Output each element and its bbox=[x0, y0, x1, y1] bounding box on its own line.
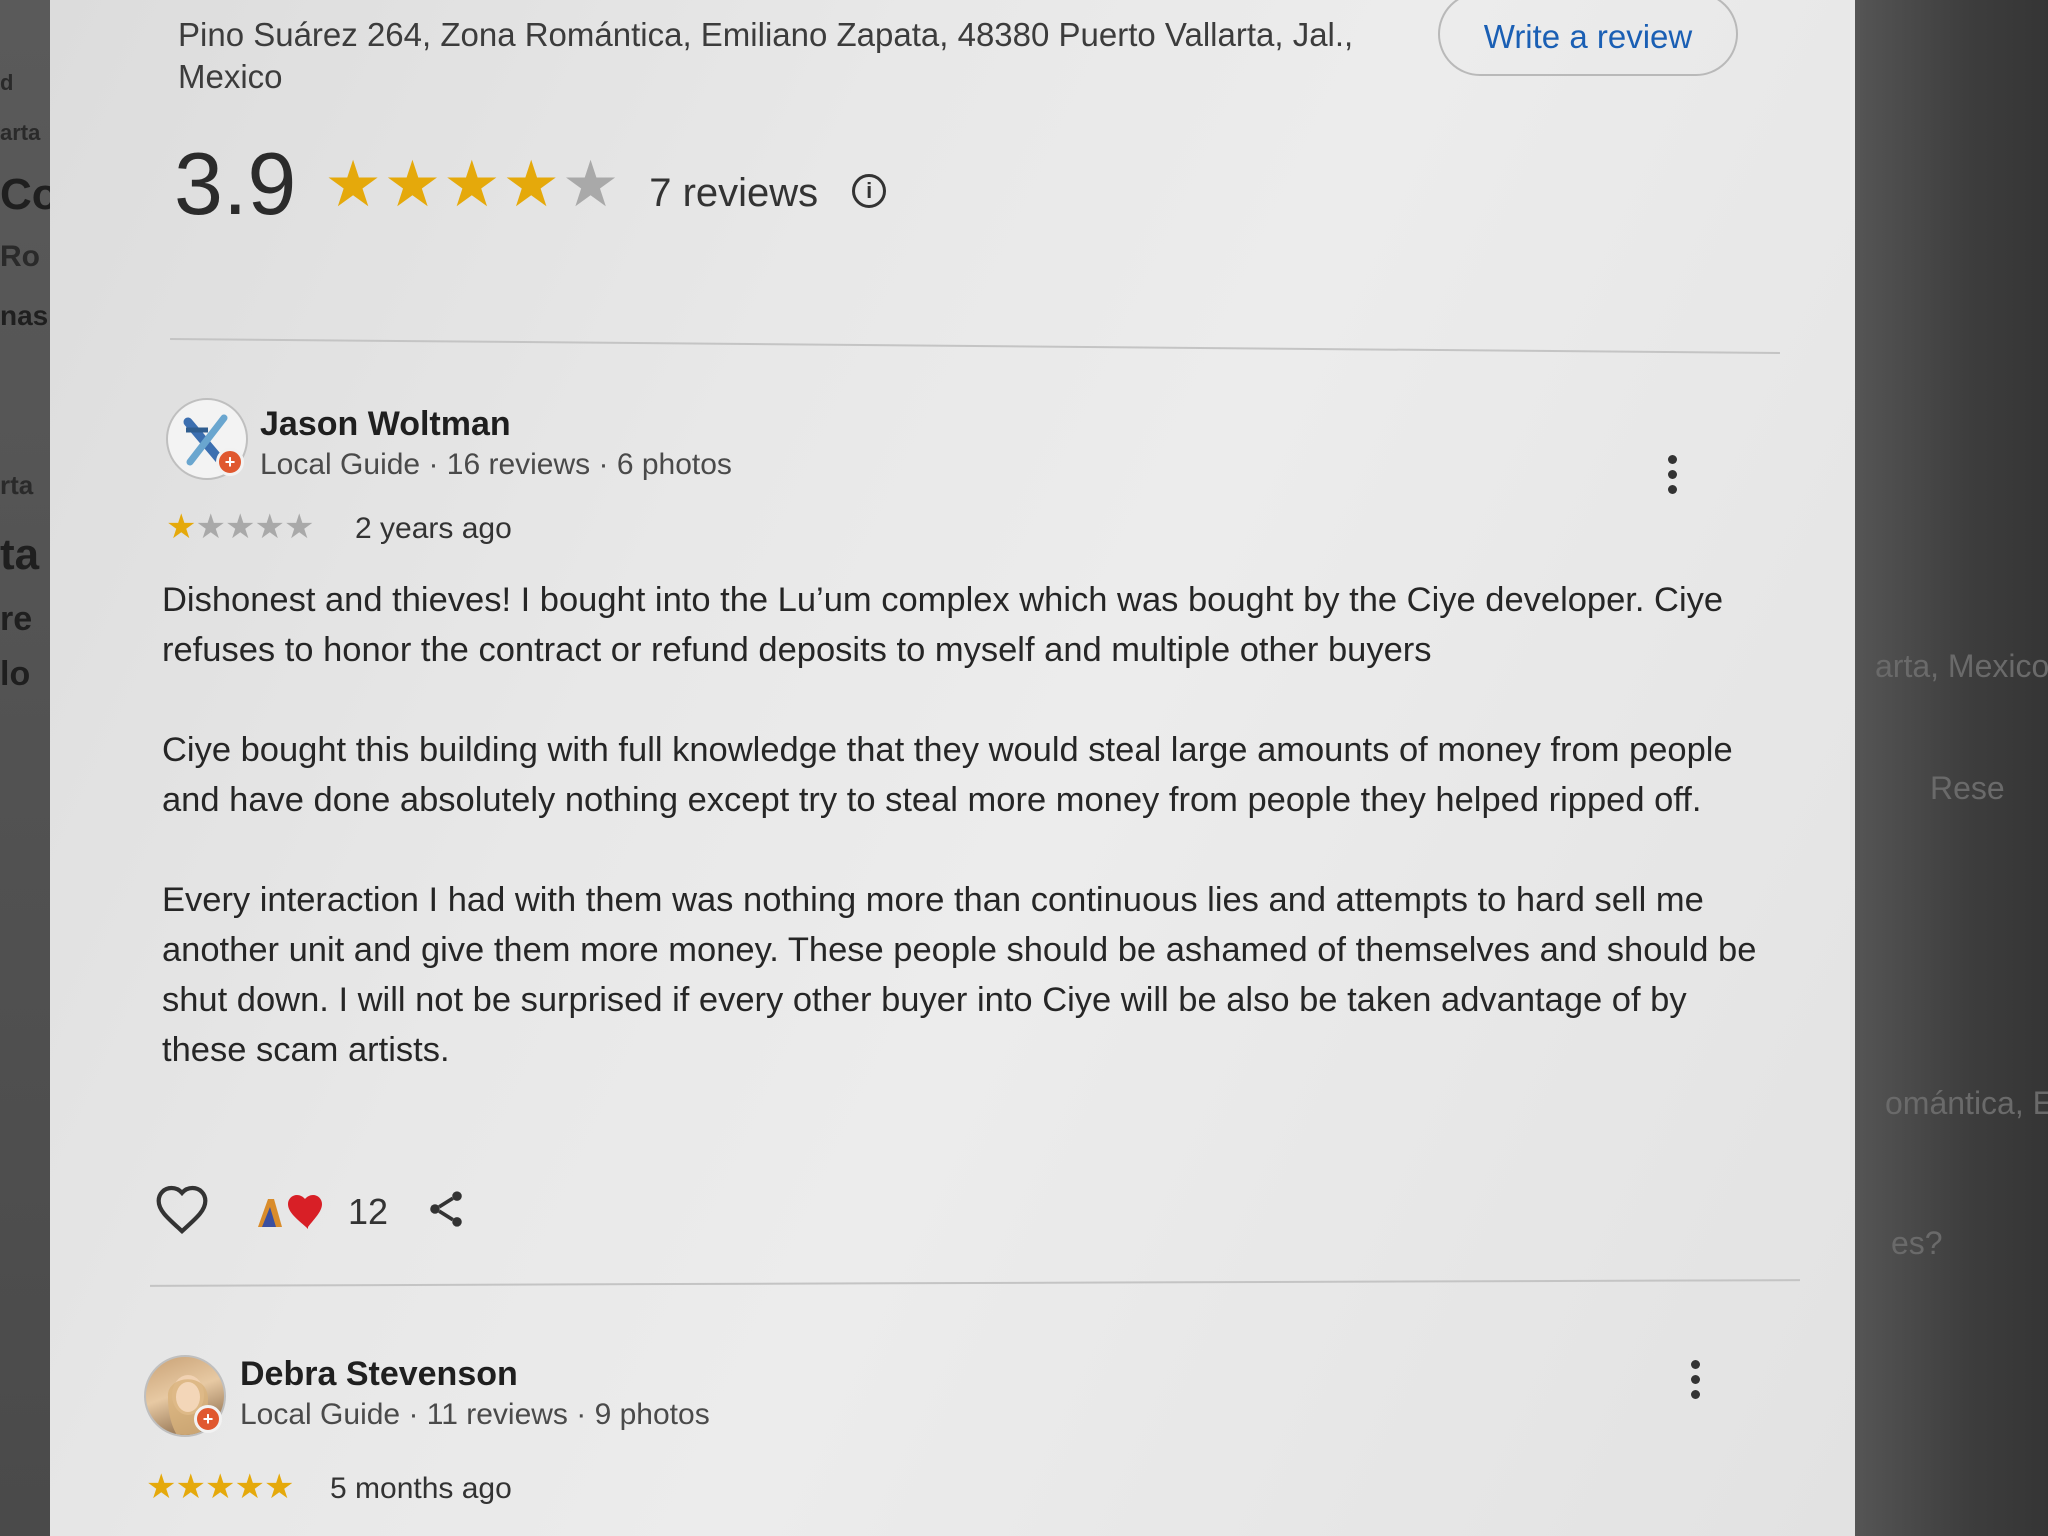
star-icon: ★ bbox=[263, 1468, 295, 1506]
review-paragraph: Dishonest and thieves! I bought into the… bbox=[162, 581, 1724, 669]
reaction-count: 12 bbox=[348, 1190, 389, 1232]
divider bbox=[170, 337, 1780, 355]
bg-fragment: rta bbox=[0, 470, 34, 500]
star-empty-icon: ★ bbox=[224, 508, 256, 546]
reviewer-name[interactable]: Jason Woltman bbox=[260, 405, 511, 444]
review-stars: ★★★★★ bbox=[146, 1468, 295, 1506]
heart-outline-icon[interactable] bbox=[154, 1183, 210, 1240]
star-icon: ★ bbox=[502, 148, 562, 220]
reviewer-name[interactable]: Debra Stevenson bbox=[240, 1355, 518, 1394]
reviews-panel: Pino Suárez 264, Zona Romántica, Emilian… bbox=[50, 0, 1855, 1536]
star-icon: ★ bbox=[383, 148, 444, 220]
local-guide-badge-icon: + bbox=[194, 1405, 222, 1433]
bg-fragment: nas bbox=[0, 300, 49, 331]
reviewer-meta: Local Guide · 11 reviews · 9 photos bbox=[240, 1398, 710, 1431]
review-time: 5 months ago bbox=[330, 1472, 512, 1505]
star-icon: ★ bbox=[234, 1468, 265, 1506]
place-address: Pino Suárez 264, Zona Romántica, Emilian… bbox=[178, 16, 1354, 95]
bg-fragment: arta, Mexico bbox=[1875, 648, 2048, 684]
bg-fragment: arta bbox=[0, 120, 41, 145]
background-left-window: d arta Co Ro nas rta ta re lo bbox=[0, 0, 50, 1536]
star-icon: ★ bbox=[175, 1468, 206, 1506]
star-empty-icon: ★ bbox=[561, 148, 622, 220]
reaction-emoji-icon[interactable] bbox=[250, 1187, 334, 1236]
write-review-button[interactable]: Write a review bbox=[1438, 0, 1738, 76]
bg-fragment: Ro bbox=[0, 240, 40, 273]
bg-fragment: es? bbox=[1891, 1225, 1943, 1261]
star-icon: ★ bbox=[204, 1468, 236, 1506]
background-right-window: arta, Mexico Rese omántica, E es? bbox=[1855, 0, 2048, 1536]
bg-fragment: Rese bbox=[1930, 770, 2005, 806]
review-text: Dishonest and thieves! I bought into the… bbox=[162, 575, 1762, 1075]
bg-fragment: lo bbox=[0, 655, 31, 693]
bg-fragment: omántica, E bbox=[1885, 1085, 2048, 1121]
star-empty-icon: ★ bbox=[195, 508, 226, 546]
more-vert-icon[interactable] bbox=[1662, 455, 1682, 494]
rating-stars: ★★★★★ bbox=[324, 152, 621, 216]
rating-summary: 3.9 ★★★★★ 7 reviews i bbox=[174, 134, 887, 233]
bg-fragment: re bbox=[0, 600, 33, 638]
star-icon: ★ bbox=[166, 508, 197, 546]
share-icon[interactable] bbox=[424, 1186, 468, 1237]
reviews-count-label[interactable]: 7 reviews bbox=[649, 171, 818, 216]
star-icon: ★ bbox=[146, 1468, 177, 1506]
reviewer-meta: Local Guide · 16 reviews · 6 photos bbox=[260, 448, 732, 481]
bg-fragment: d bbox=[0, 70, 14, 95]
review-time: 2 years ago bbox=[355, 512, 512, 545]
review-paragraph: Ciye bought this building with full know… bbox=[162, 731, 1733, 819]
bg-fragment: ta bbox=[0, 530, 40, 579]
bg-fragment: Co bbox=[0, 170, 50, 219]
star-empty-icon: ★ bbox=[283, 508, 315, 546]
review-paragraph: Every interaction I had with them was no… bbox=[162, 881, 1757, 1069]
more-vert-icon[interactable] bbox=[1685, 1360, 1705, 1399]
rating-value: 3.9 bbox=[174, 134, 297, 233]
info-icon[interactable]: i bbox=[852, 174, 887, 208]
local-guide-badge-icon: + bbox=[216, 448, 244, 476]
review-actions: 12 bbox=[154, 1183, 468, 1240]
divider bbox=[150, 1279, 1800, 1287]
star-icon: ★ bbox=[324, 148, 384, 220]
star-icon: ★ bbox=[443, 148, 503, 220]
review-stars: ★★★★★ bbox=[166, 508, 315, 546]
star-empty-icon: ★ bbox=[254, 508, 285, 546]
